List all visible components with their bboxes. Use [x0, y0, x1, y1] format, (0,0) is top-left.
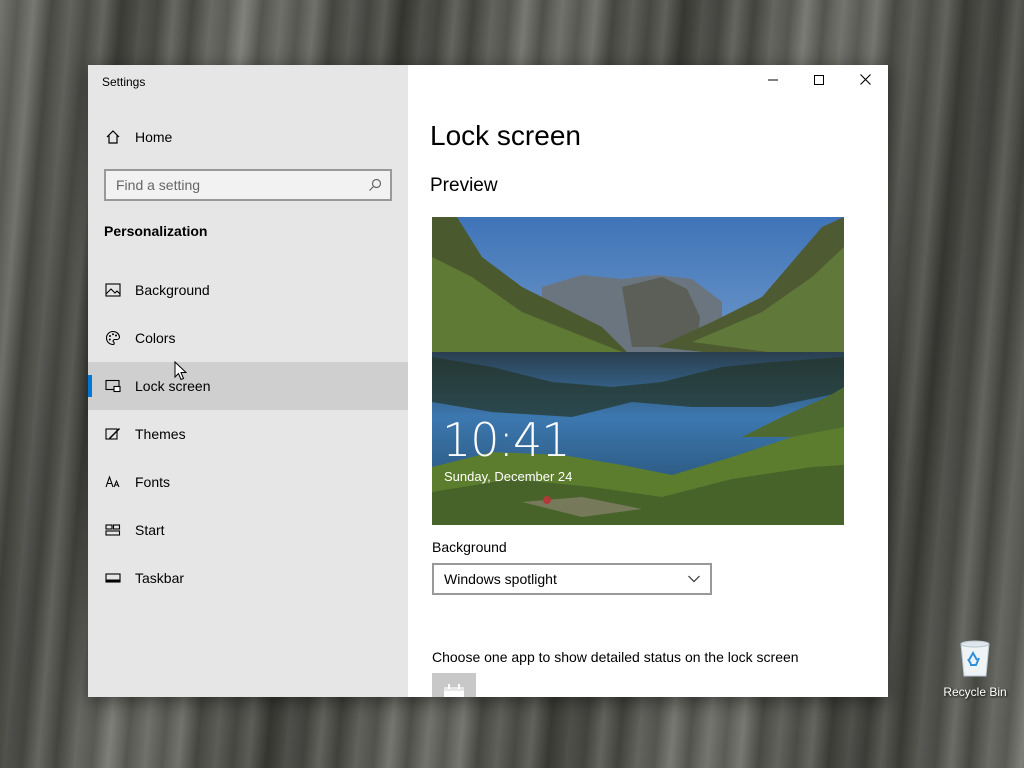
- maximize-icon: [814, 72, 824, 90]
- fonts-icon: [104, 473, 122, 491]
- sidebar-item-label: Start: [135, 522, 165, 538]
- recycle-bin-icon: [957, 640, 993, 682]
- sidebar: Settings Home Find a setting Personaliza…: [88, 65, 408, 697]
- background-dropdown-value: Windows spotlight: [444, 571, 557, 587]
- sidebar-item-label: Colors: [135, 330, 176, 346]
- window-title: Settings: [102, 75, 146, 89]
- start-icon: [104, 521, 122, 539]
- sidebar-item-label: Taskbar: [135, 570, 185, 586]
- lock-screen-icon: [104, 377, 122, 395]
- lock-screen-preview: 10:41 Sunday, December 24: [432, 217, 844, 525]
- sidebar-item-label: Background: [135, 282, 210, 298]
- sidebar-item-themes[interactable]: Themes: [88, 410, 408, 458]
- background-dropdown[interactable]: Windows spotlight: [432, 563, 712, 595]
- recycle-bin-label: Recycle Bin: [943, 685, 1007, 699]
- sidebar-item-taskbar[interactable]: Taskbar: [88, 554, 408, 602]
- sidebar-item-background[interactable]: Background: [88, 266, 408, 314]
- minimize-icon: [768, 72, 778, 90]
- sidebar-item-colors[interactable]: Colors: [88, 314, 408, 362]
- detailed-status-label: Choose one app to show detailed status o…: [432, 649, 799, 665]
- calendar-icon: [443, 683, 465, 697]
- sidebar-item-lock-screen[interactable]: Lock screen: [88, 362, 408, 410]
- sidebar-item-label: Themes: [135, 426, 186, 442]
- maximize-button[interactable]: [796, 65, 842, 97]
- sidebar-item-start[interactable]: Start: [88, 506, 408, 554]
- chevron-down-icon: [688, 575, 700, 583]
- preview-date: Sunday, December 24: [444, 469, 573, 484]
- sidebar-item-fonts[interactable]: Fonts: [88, 458, 408, 506]
- sidebar-item-label: Fonts: [135, 474, 171, 490]
- preview-heading: Preview: [430, 175, 498, 196]
- section-title: Personalization: [104, 223, 208, 239]
- palette-icon: [104, 329, 122, 347]
- close-icon: [859, 72, 871, 90]
- settings-window: Settings Home Find a setting Personaliza…: [88, 65, 888, 697]
- close-button[interactable]: [842, 65, 888, 97]
- content-pane: Lock screen Preview 10:41 Sunday, Decemb…: [408, 65, 888, 697]
- detailed-status-app-button[interactable]: [432, 673, 476, 697]
- sidebar-item-home[interactable]: Home: [88, 113, 408, 161]
- taskbar-icon: [104, 569, 122, 587]
- sidebar-item-label: Home: [135, 129, 173, 145]
- sidebar-item-label: Lock screen: [135, 378, 211, 394]
- minimize-button[interactable]: [750, 65, 796, 97]
- home-icon: [104, 128, 122, 146]
- brush-icon: [104, 425, 122, 443]
- mouse-cursor-icon: [174, 360, 188, 386]
- picture-icon: [104, 281, 122, 299]
- preview-time: 10:41: [442, 413, 571, 467]
- recycle-bin-desktop-icon[interactable]: Recycle Bin: [940, 638, 1010, 699]
- search-icon[interactable]: [368, 178, 382, 192]
- search-placeholder: Find a setting: [116, 177, 201, 193]
- background-label: Background: [432, 539, 507, 555]
- page-title: Lock screen: [430, 120, 581, 151]
- search-input[interactable]: Find a setting: [104, 169, 392, 201]
